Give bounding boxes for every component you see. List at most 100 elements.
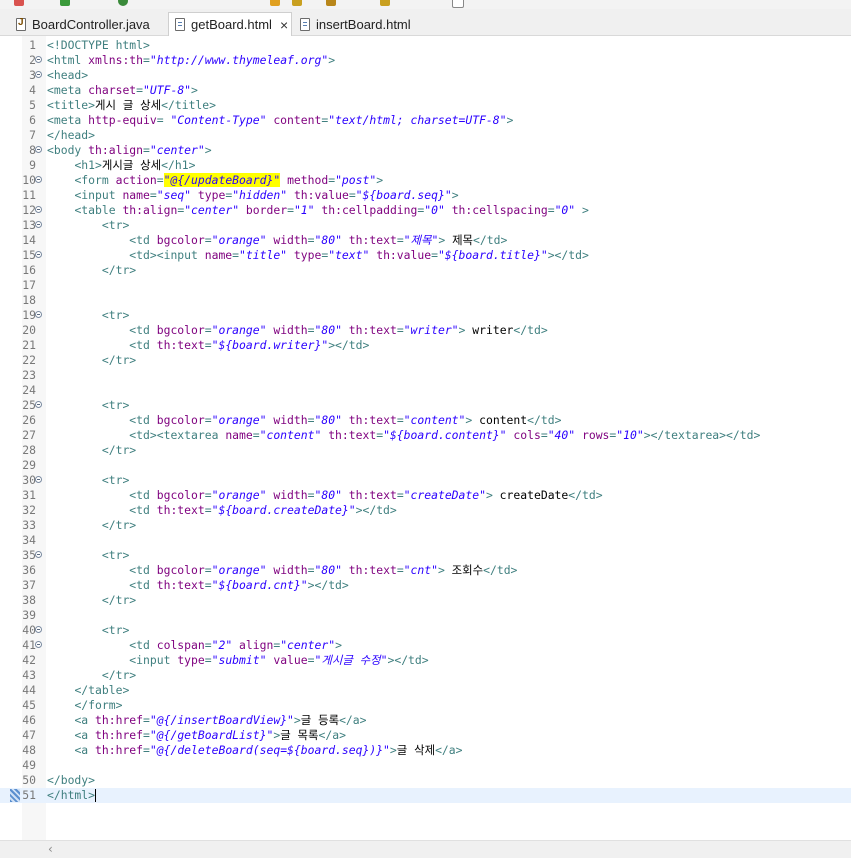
code-text[interactable]: <tr> [47,623,129,638]
fold-toggle-icon[interactable] [35,206,42,213]
fold-toggle-icon[interactable] [35,551,42,558]
code-text[interactable]: <td colspan="2" align="center"> [47,638,342,653]
code-editor[interactable]: 1 <!DOCTYPE html> 2 <html xmlns:th="http://… [0,36,851,840]
code-line[interactable]: 14 <td bgcolor="orange" width="80" th:te… [0,233,851,248]
code-line[interactable]: 34 [0,533,851,548]
code-text[interactable]: <tr> [47,548,129,563]
code-line[interactable]: 21 <td th:text="${board.writer}"></td> [0,338,851,353]
code-line[interactable]: 42 <input type="submit" value="게시글 수정"><… [0,653,851,668]
code-line[interactable]: 30 <tr> [0,473,851,488]
code-line[interactable]: 46 <a th:href="@{/insertBoardView}">글 등록… [0,713,851,728]
code-line[interactable]: 22 </tr> [0,353,851,368]
toolbar-icon[interactable] [270,0,280,6]
code-line[interactable]: 37 <td th:text="${board.cnt}"></td> [0,578,851,593]
code-line[interactable]: 43 </tr> [0,668,851,683]
code-line[interactable]: 8 <body th:align="center"> [0,143,851,158]
stop-icon[interactable] [14,0,24,6]
debug-icon[interactable] [118,0,128,6]
code-line[interactable]: 31 <td bgcolor="orange" width="80" th:te… [0,488,851,503]
code-line[interactable]: 24 [0,383,851,398]
scroll-left-icon[interactable]: ‹ [48,842,53,856]
code-line[interactable]: 9 <h1>게시글 상세</h1> [0,158,851,173]
fold-toggle-icon[interactable] [35,221,42,228]
code-line[interactable]: 11 <input name="seq" type="hidden" th:va… [0,188,851,203]
code-text[interactable]: <tr> [47,398,129,413]
code-line[interactable]: 27 <td><textarea name="content" th:text=… [0,428,851,443]
code-text[interactable]: <td th:text="${board.writer}"></td> [47,338,369,353]
code-text[interactable]: <a th:href="@{/getBoardList}">글 목록</a> [47,728,346,743]
code-line[interactable]: 7 </head> [0,128,851,143]
code-line[interactable]: 45 </form> [0,698,851,713]
code-text[interactable]: <td bgcolor="orange" width="80" th:text=… [47,563,517,578]
code-line[interactable]: 1 <!DOCTYPE html> [0,38,851,53]
code-line[interactable]: 12 <table th:align="center" border="1" t… [0,203,851,218]
code-line[interactable]: 6 <meta http-equiv= "Content-Type" conten… [0,113,851,128]
code-line[interactable]: 13 <tr> [0,218,851,233]
fold-toggle-icon[interactable] [35,56,42,63]
code-text[interactable]: <!DOCTYPE html> [47,38,150,53]
code-line[interactable]: 17 [0,278,851,293]
code-line[interactable]: 39 [0,608,851,623]
code-text[interactable]: <title>게시 글 상세</title> [47,98,216,113]
code-line[interactable]: 44 </table> [0,683,851,698]
code-text[interactable]: <td><textarea name="content" th:text="${… [47,428,760,443]
code-text[interactable]: </table> [47,683,129,698]
code-text[interactable]: <body th:align="center"> [47,143,212,158]
code-line[interactable]: 38 </tr> [0,593,851,608]
code-text[interactable]: <td bgcolor="orange" width="80" th:text=… [47,488,602,503]
code-text[interactable]: </tr> [47,668,136,683]
code-text[interactable]: <form action="@{/updateBoard}" method="p… [47,173,383,188]
code-text[interactable]: <meta charset="UTF-8"> [47,83,198,98]
code-text[interactable]: </head> [47,128,95,143]
code-text[interactable]: <tr> [47,473,129,488]
code-line[interactable]: 40 <tr> [0,623,851,638]
code-text[interactable]: <input type="submit" value="게시글 수정"></td… [47,653,428,668]
toolbar-icon[interactable] [292,0,302,6]
run-icon[interactable] [60,0,70,6]
code-text[interactable]: <td th:text="${board.cnt}"></td> [47,578,348,593]
code-text[interactable]: <td><input name="title" type="text" th:v… [47,248,589,263]
code-text[interactable]: <h1>게시글 상세</h1> [47,158,195,173]
code-text[interactable]: </tr> [47,593,136,608]
toolbar-icon[interactable] [452,0,464,8]
fold-toggle-icon[interactable] [35,146,42,153]
tab-boardcontroller-java[interactable]: BoardController.java [10,12,165,36]
code-text[interactable]: <td bgcolor="orange" width="80" th:text=… [47,413,561,428]
code-line[interactable]: 15 <td><input name="title" type="text" t… [0,248,851,263]
fold-toggle-icon[interactable] [35,176,42,183]
code-line[interactable]: 25 <tr> [0,398,851,413]
code-line[interactable]: 16 </tr> [0,263,851,278]
code-line[interactable]: 18 [0,293,851,308]
toolbar-icon[interactable] [326,0,336,6]
fold-toggle-icon[interactable] [35,401,42,408]
code-line[interactable]: 23 [0,368,851,383]
code-line[interactable]: 26 <td bgcolor="orange" width="80" th:te… [0,413,851,428]
code-line[interactable]: 33 </tr> [0,518,851,533]
code-text[interactable]: <a th:href="@{/deleteBoard(seq=${board.s… [47,743,462,758]
code-text[interactable]: <td th:text="${board.createDate}"></td> [47,503,396,518]
code-text[interactable]: <tr> [47,218,129,233]
code-text[interactable]: <meta http-equiv= "Content-Type" content… [47,113,513,128]
toolbar-icon[interactable] [380,0,390,6]
code-text[interactable]: <td bgcolor="orange" width="80" th:text=… [47,233,507,248]
fold-toggle-icon[interactable] [35,251,42,258]
fold-toggle-icon[interactable] [35,476,42,483]
horizontal-scrollbar[interactable]: ‹ [0,840,851,858]
code-line[interactable]: 29 [0,458,851,473]
code-line[interactable]: 49 [0,758,851,773]
code-line[interactable]: 4 <meta charset="UTF-8"> [0,83,851,98]
code-line[interactable]: 28 </tr> [0,443,851,458]
close-tab-icon[interactable]: × [280,18,288,32]
code-line[interactable]: 47 <a th:href="@{/getBoardList}">글 목록</a… [0,728,851,743]
code-line[interactable]: 10 <form action="@{/updateBoard}" method… [0,173,851,188]
code-text[interactable]: </form> [47,698,122,713]
code-text[interactable]: </tr> [47,353,136,368]
code-line[interactable]: 36 <td bgcolor="orange" width="80" th:te… [0,563,851,578]
code-text[interactable]: </body> [47,773,95,788]
code-text[interactable]: <table th:align="center" border="1" th:c… [47,203,588,218]
code-line[interactable]: 41 <td colspan="2" align="center"> [0,638,851,653]
code-line[interactable]: 32 <td th:text="${board.createDate}"></t… [0,503,851,518]
code-line[interactable]: 35 <tr> [0,548,851,563]
code-text[interactable]: <input name="seq" type="hidden" th:value… [47,188,458,203]
code-text[interactable]: <head> [47,68,88,83]
